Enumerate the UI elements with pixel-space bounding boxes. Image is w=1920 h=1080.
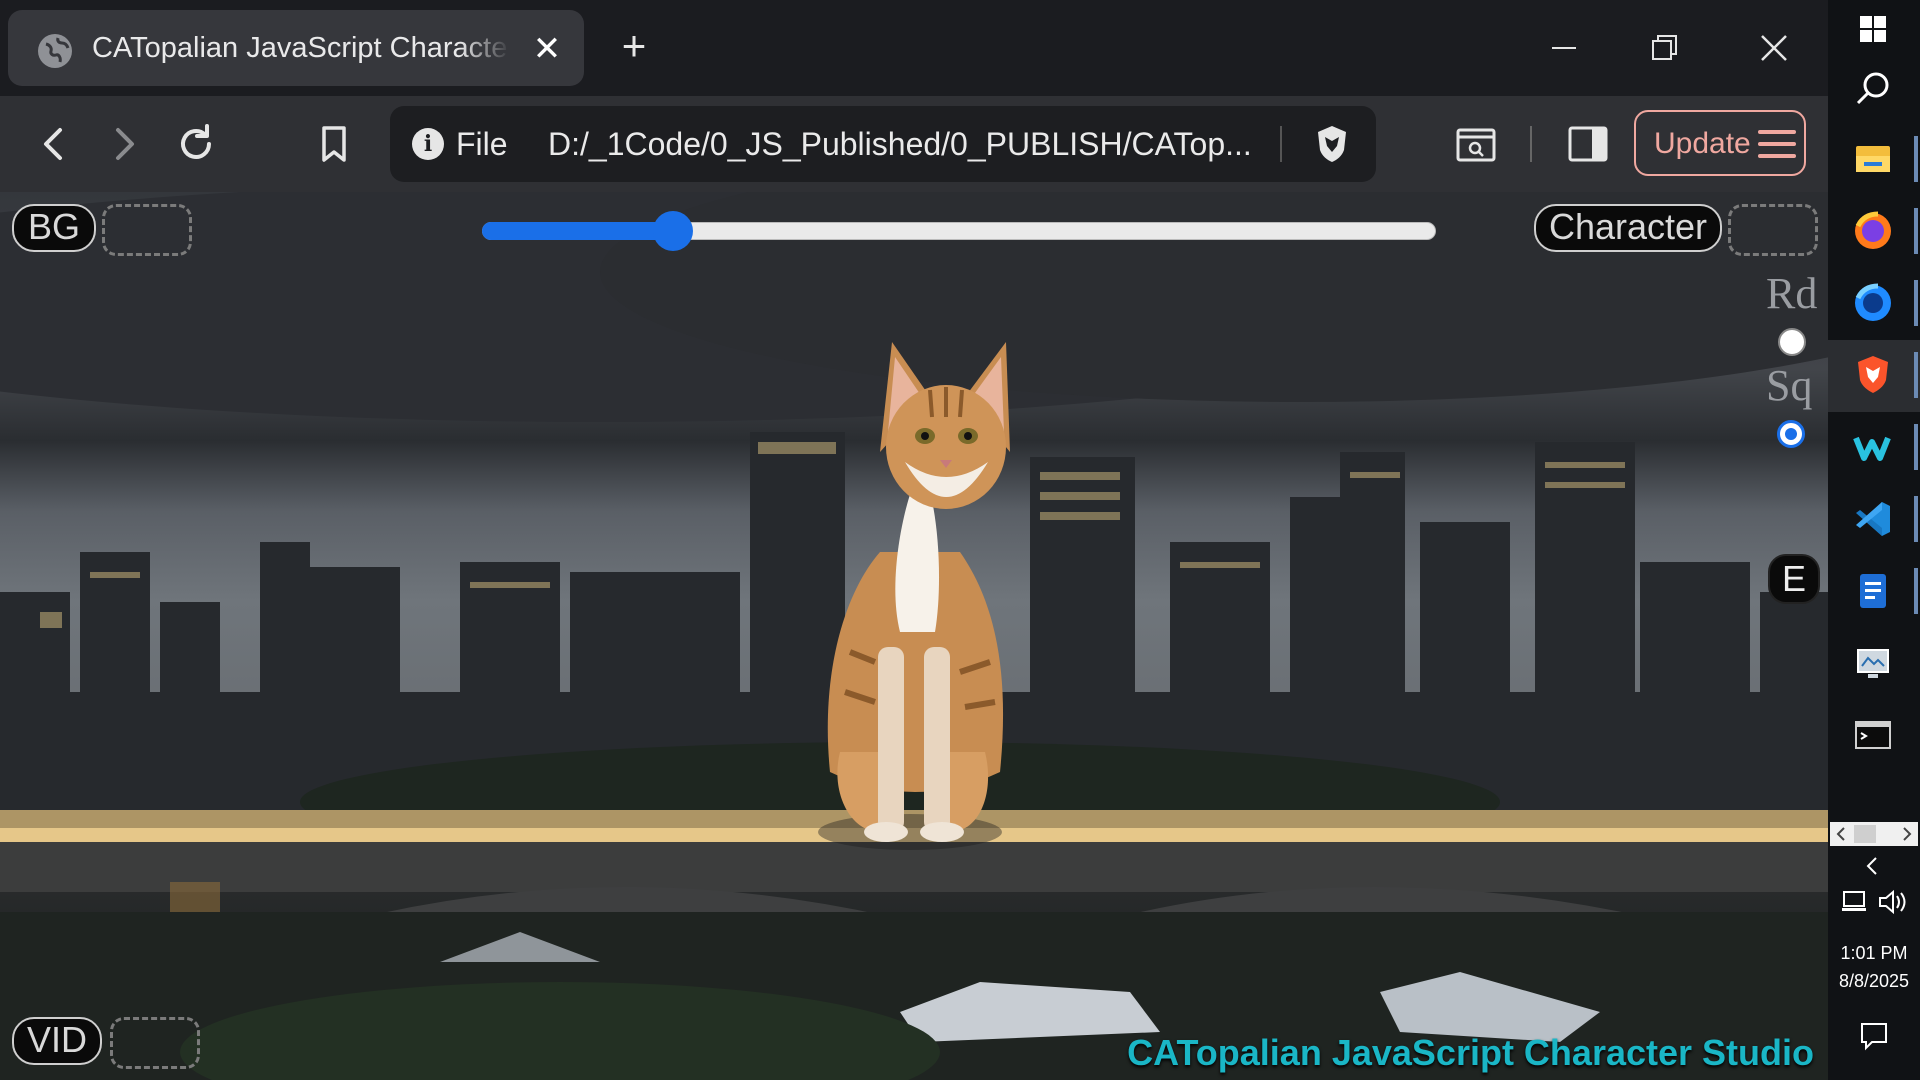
brave-icon[interactable] bbox=[1850, 352, 1896, 398]
windows-start-icon[interactable] bbox=[1850, 6, 1896, 52]
page-search-icon[interactable] bbox=[1452, 120, 1500, 168]
size-slider[interactable] bbox=[482, 211, 1436, 251]
toolbar-divider bbox=[1530, 126, 1532, 162]
bg-file-input[interactable] bbox=[102, 204, 192, 256]
update-label: Update bbox=[1654, 127, 1751, 160]
city-background-image bbox=[0, 192, 1828, 1080]
network-icon[interactable] bbox=[1838, 884, 1874, 920]
round-label: Rd bbox=[1766, 269, 1818, 318]
clock-date[interactable]: 8/8/2025 bbox=[1828, 968, 1920, 994]
bg-button[interactable]: BG bbox=[12, 204, 96, 252]
reload-icon[interactable] bbox=[172, 120, 220, 168]
studio-title: CATopalian JavaScript Character Studio bbox=[1127, 1032, 1814, 1073]
globe-icon bbox=[38, 34, 72, 68]
running-indicator bbox=[1914, 280, 1918, 326]
notification-icon[interactable] bbox=[1854, 1016, 1894, 1056]
bookmark-icon[interactable] bbox=[310, 120, 358, 168]
tab-title: CATopalian JavaScript Character Studio bbox=[92, 32, 510, 64]
clock-time[interactable]: 1:01 PM bbox=[1828, 940, 1920, 966]
restore-icon[interactable] bbox=[1640, 24, 1688, 72]
browser-tab[interactable]: CATopalian JavaScript Character Studio ✕ bbox=[8, 10, 584, 86]
site-info-label[interactable]: File bbox=[456, 126, 508, 162]
taskbar-scrollbar[interactable] bbox=[1830, 822, 1918, 846]
update-button[interactable]: Update bbox=[1634, 110, 1806, 176]
running-indicator bbox=[1914, 424, 1918, 470]
running-indicator bbox=[1914, 136, 1918, 182]
chevron-left-icon[interactable] bbox=[1852, 846, 1892, 886]
vid-button[interactable]: VID bbox=[12, 1017, 102, 1065]
sidebar-toggle-icon[interactable] bbox=[1564, 120, 1612, 168]
tab-close-icon[interactable]: ✕ bbox=[532, 32, 562, 66]
minimize-icon[interactable] bbox=[1540, 24, 1588, 72]
browser-toolbar: i File D:/_1Code/0_JS_Published/0_PUBLIS… bbox=[0, 96, 1828, 192]
cat-character[interactable] bbox=[818, 342, 1010, 850]
square-label: Sq bbox=[1766, 361, 1813, 410]
back-icon[interactable] bbox=[30, 120, 78, 168]
e-button[interactable]: E bbox=[1768, 554, 1820, 604]
character-button[interactable]: Character bbox=[1534, 204, 1722, 252]
square-radio[interactable] bbox=[1777, 420, 1805, 448]
search-icon[interactable] bbox=[1850, 66, 1896, 112]
monitor-app-icon[interactable] bbox=[1850, 640, 1896, 686]
brave-shield-icon[interactable] bbox=[1310, 122, 1354, 166]
volume-icon[interactable] bbox=[1874, 884, 1910, 920]
running-indicator bbox=[1914, 352, 1918, 398]
firefox-icon[interactable] bbox=[1850, 208, 1896, 254]
notepad-icon[interactable] bbox=[1850, 568, 1896, 614]
info-icon[interactable]: i bbox=[412, 128, 444, 160]
vid-file-input[interactable] bbox=[110, 1017, 200, 1069]
file-explorer-icon[interactable] bbox=[1850, 136, 1896, 182]
address-divider bbox=[1280, 126, 1282, 162]
slider-fill bbox=[482, 222, 673, 240]
running-indicator bbox=[1914, 568, 1918, 614]
browser-titlebar: CATopalian JavaScript Character Studio ✕… bbox=[0, 0, 1828, 96]
address-bar[interactable]: i File D:/_1Code/0_JS_Published/0_PUBLIS… bbox=[390, 106, 1376, 182]
menu-icon bbox=[1758, 130, 1796, 158]
firefox-dev-icon[interactable] bbox=[1850, 280, 1896, 326]
vscode-icon[interactable] bbox=[1850, 496, 1896, 542]
slider-thumb[interactable] bbox=[652, 211, 693, 251]
round-radio[interactable] bbox=[1778, 328, 1806, 356]
new-tab-button[interactable]: + bbox=[614, 25, 654, 67]
forward-icon[interactable] bbox=[100, 120, 148, 168]
close-window-icon[interactable] bbox=[1750, 24, 1798, 72]
windows-taskbar: 1:01 PM 8/8/2025 bbox=[1828, 0, 1920, 1080]
terminal-icon[interactable] bbox=[1850, 712, 1896, 758]
character-file-input[interactable] bbox=[1728, 204, 1818, 256]
running-indicator bbox=[1914, 208, 1918, 254]
studio-page: BG Character Rd Sq E VID CATopalian Java… bbox=[0, 192, 1828, 1080]
windsurf-icon[interactable] bbox=[1850, 424, 1896, 470]
url-text[interactable]: D:/_1Code/0_JS_Published/0_PUBLISH/CATop… bbox=[548, 126, 1268, 162]
running-indicator bbox=[1914, 496, 1918, 542]
